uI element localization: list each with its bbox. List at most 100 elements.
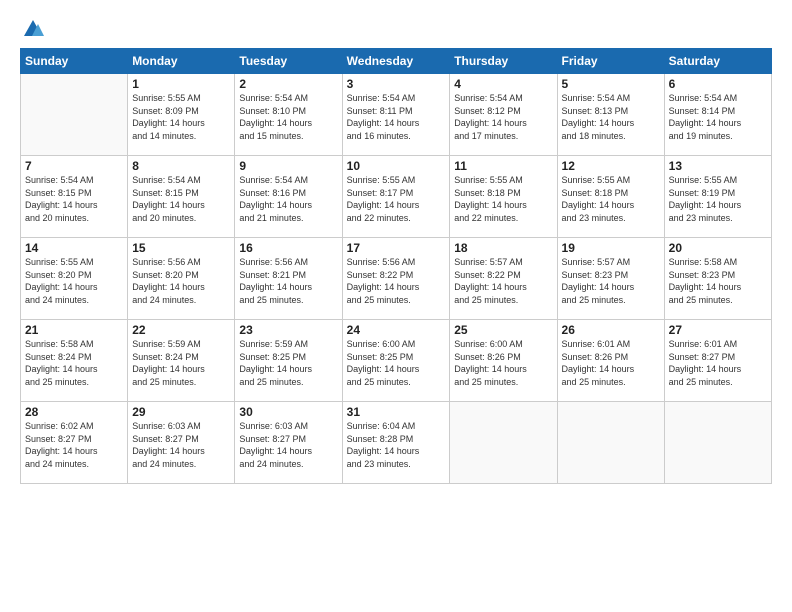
day-info: Sunrise: 5:54 AM Sunset: 8:14 PM Dayligh…	[669, 92, 767, 142]
calendar-cell: 20Sunrise: 5:58 AM Sunset: 8:23 PM Dayli…	[664, 238, 771, 320]
day-number: 9	[239, 159, 337, 173]
calendar-cell: 15Sunrise: 5:56 AM Sunset: 8:20 PM Dayli…	[128, 238, 235, 320]
calendar-cell: 17Sunrise: 5:56 AM Sunset: 8:22 PM Dayli…	[342, 238, 450, 320]
day-info: Sunrise: 5:56 AM Sunset: 8:20 PM Dayligh…	[132, 256, 230, 306]
calendar-cell: 30Sunrise: 6:03 AM Sunset: 8:27 PM Dayli…	[235, 402, 342, 484]
calendar-cell: 24Sunrise: 6:00 AM Sunset: 8:25 PM Dayli…	[342, 320, 450, 402]
logo-icon	[22, 18, 44, 40]
calendar-cell	[557, 402, 664, 484]
weekday-header-friday: Friday	[557, 49, 664, 74]
calendar-cell: 21Sunrise: 5:58 AM Sunset: 8:24 PM Dayli…	[21, 320, 128, 402]
header	[20, 18, 772, 40]
logo	[20, 18, 46, 40]
day-info: Sunrise: 5:57 AM Sunset: 8:23 PM Dayligh…	[562, 256, 660, 306]
day-number: 10	[347, 159, 446, 173]
calendar-cell: 25Sunrise: 6:00 AM Sunset: 8:26 PM Dayli…	[450, 320, 557, 402]
day-info: Sunrise: 6:01 AM Sunset: 8:26 PM Dayligh…	[562, 338, 660, 388]
day-info: Sunrise: 6:00 AM Sunset: 8:26 PM Dayligh…	[454, 338, 552, 388]
calendar-cell: 16Sunrise: 5:56 AM Sunset: 8:21 PM Dayli…	[235, 238, 342, 320]
calendar-cell: 9Sunrise: 5:54 AM Sunset: 8:16 PM Daylig…	[235, 156, 342, 238]
day-number: 6	[669, 77, 767, 91]
day-number: 28	[25, 405, 123, 419]
day-info: Sunrise: 5:55 AM Sunset: 8:18 PM Dayligh…	[562, 174, 660, 224]
weekday-header-sunday: Sunday	[21, 49, 128, 74]
day-number: 19	[562, 241, 660, 255]
day-number: 23	[239, 323, 337, 337]
day-info: Sunrise: 5:54 AM Sunset: 8:10 PM Dayligh…	[239, 92, 337, 142]
day-info: Sunrise: 5:55 AM Sunset: 8:20 PM Dayligh…	[25, 256, 123, 306]
day-info: Sunrise: 5:54 AM Sunset: 8:15 PM Dayligh…	[25, 174, 123, 224]
day-number: 12	[562, 159, 660, 173]
day-info: Sunrise: 5:55 AM Sunset: 8:09 PM Dayligh…	[132, 92, 230, 142]
day-number: 8	[132, 159, 230, 173]
calendar-cell: 11Sunrise: 5:55 AM Sunset: 8:18 PM Dayli…	[450, 156, 557, 238]
calendar-cell: 19Sunrise: 5:57 AM Sunset: 8:23 PM Dayli…	[557, 238, 664, 320]
calendar-cell: 13Sunrise: 5:55 AM Sunset: 8:19 PM Dayli…	[664, 156, 771, 238]
calendar-cell: 1Sunrise: 5:55 AM Sunset: 8:09 PM Daylig…	[128, 74, 235, 156]
day-info: Sunrise: 5:54 AM Sunset: 8:16 PM Dayligh…	[239, 174, 337, 224]
weekday-header-saturday: Saturday	[664, 49, 771, 74]
calendar-cell: 28Sunrise: 6:02 AM Sunset: 8:27 PM Dayli…	[21, 402, 128, 484]
day-number: 2	[239, 77, 337, 91]
day-number: 7	[25, 159, 123, 173]
day-number: 1	[132, 77, 230, 91]
week-row-2: 7Sunrise: 5:54 AM Sunset: 8:15 PM Daylig…	[21, 156, 772, 238]
page: SundayMondayTuesdayWednesdayThursdayFrid…	[0, 0, 792, 612]
weekday-header-monday: Monday	[128, 49, 235, 74]
calendar-cell: 10Sunrise: 5:55 AM Sunset: 8:17 PM Dayli…	[342, 156, 450, 238]
day-number: 4	[454, 77, 552, 91]
calendar-cell: 27Sunrise: 6:01 AM Sunset: 8:27 PM Dayli…	[664, 320, 771, 402]
day-number: 18	[454, 241, 552, 255]
day-number: 22	[132, 323, 230, 337]
day-number: 25	[454, 323, 552, 337]
calendar-cell: 12Sunrise: 5:55 AM Sunset: 8:18 PM Dayli…	[557, 156, 664, 238]
day-number: 30	[239, 405, 337, 419]
day-info: Sunrise: 5:58 AM Sunset: 8:24 PM Dayligh…	[25, 338, 123, 388]
day-info: Sunrise: 5:55 AM Sunset: 8:17 PM Dayligh…	[347, 174, 446, 224]
day-number: 24	[347, 323, 446, 337]
day-number: 26	[562, 323, 660, 337]
day-number: 17	[347, 241, 446, 255]
week-row-3: 14Sunrise: 5:55 AM Sunset: 8:20 PM Dayli…	[21, 238, 772, 320]
day-number: 29	[132, 405, 230, 419]
weekday-header-thursday: Thursday	[450, 49, 557, 74]
day-info: Sunrise: 5:55 AM Sunset: 8:18 PM Dayligh…	[454, 174, 552, 224]
day-info: Sunrise: 6:02 AM Sunset: 8:27 PM Dayligh…	[25, 420, 123, 470]
day-info: Sunrise: 5:59 AM Sunset: 8:25 PM Dayligh…	[239, 338, 337, 388]
calendar-cell: 8Sunrise: 5:54 AM Sunset: 8:15 PM Daylig…	[128, 156, 235, 238]
calendar-cell: 31Sunrise: 6:04 AM Sunset: 8:28 PM Dayli…	[342, 402, 450, 484]
calendar-cell: 26Sunrise: 6:01 AM Sunset: 8:26 PM Dayli…	[557, 320, 664, 402]
day-info: Sunrise: 5:54 AM Sunset: 8:12 PM Dayligh…	[454, 92, 552, 142]
day-number: 3	[347, 77, 446, 91]
calendar-cell: 6Sunrise: 5:54 AM Sunset: 8:14 PM Daylig…	[664, 74, 771, 156]
weekday-header-row: SundayMondayTuesdayWednesdayThursdayFrid…	[21, 49, 772, 74]
calendar-cell: 2Sunrise: 5:54 AM Sunset: 8:10 PM Daylig…	[235, 74, 342, 156]
day-number: 16	[239, 241, 337, 255]
calendar-cell	[450, 402, 557, 484]
day-info: Sunrise: 5:54 AM Sunset: 8:15 PM Dayligh…	[132, 174, 230, 224]
day-number: 11	[454, 159, 552, 173]
week-row-4: 21Sunrise: 5:58 AM Sunset: 8:24 PM Dayli…	[21, 320, 772, 402]
day-number: 5	[562, 77, 660, 91]
calendar-cell: 29Sunrise: 6:03 AM Sunset: 8:27 PM Dayli…	[128, 402, 235, 484]
day-info: Sunrise: 6:01 AM Sunset: 8:27 PM Dayligh…	[669, 338, 767, 388]
day-number: 31	[347, 405, 446, 419]
weekday-header-tuesday: Tuesday	[235, 49, 342, 74]
week-row-5: 28Sunrise: 6:02 AM Sunset: 8:27 PM Dayli…	[21, 402, 772, 484]
day-info: Sunrise: 5:56 AM Sunset: 8:22 PM Dayligh…	[347, 256, 446, 306]
calendar-cell: 5Sunrise: 5:54 AM Sunset: 8:13 PM Daylig…	[557, 74, 664, 156]
calendar-cell: 23Sunrise: 5:59 AM Sunset: 8:25 PM Dayli…	[235, 320, 342, 402]
day-info: Sunrise: 5:58 AM Sunset: 8:23 PM Dayligh…	[669, 256, 767, 306]
day-number: 20	[669, 241, 767, 255]
weekday-header-wednesday: Wednesday	[342, 49, 450, 74]
day-info: Sunrise: 6:00 AM Sunset: 8:25 PM Dayligh…	[347, 338, 446, 388]
calendar-cell: 14Sunrise: 5:55 AM Sunset: 8:20 PM Dayli…	[21, 238, 128, 320]
day-number: 21	[25, 323, 123, 337]
day-info: Sunrise: 5:56 AM Sunset: 8:21 PM Dayligh…	[239, 256, 337, 306]
calendar-table: SundayMondayTuesdayWednesdayThursdayFrid…	[20, 48, 772, 484]
day-info: Sunrise: 5:54 AM Sunset: 8:11 PM Dayligh…	[347, 92, 446, 142]
week-row-1: 1Sunrise: 5:55 AM Sunset: 8:09 PM Daylig…	[21, 74, 772, 156]
day-info: Sunrise: 5:55 AM Sunset: 8:19 PM Dayligh…	[669, 174, 767, 224]
calendar-cell: 7Sunrise: 5:54 AM Sunset: 8:15 PM Daylig…	[21, 156, 128, 238]
day-info: Sunrise: 6:03 AM Sunset: 8:27 PM Dayligh…	[239, 420, 337, 470]
